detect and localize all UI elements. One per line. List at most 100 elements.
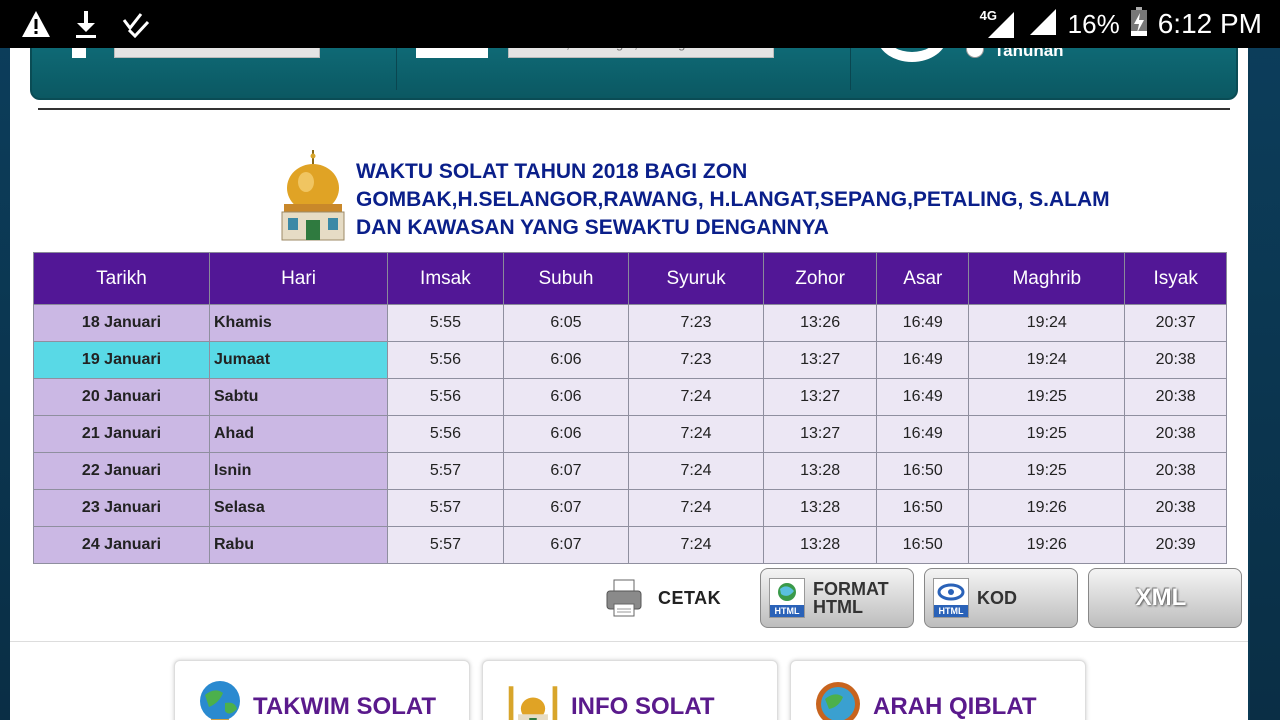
imsak-cell: 5:56 [387, 415, 504, 453]
takwim-solat-card[interactable]: TAKWIM SOLAT [174, 660, 470, 720]
asar-cell: 16:50 [876, 489, 970, 527]
column-header: Isyak [1124, 252, 1227, 305]
clock: 6:12 PM [1157, 8, 1262, 39]
maghrib-cell: 19:25 [968, 378, 1126, 416]
divider [38, 108, 1230, 110]
subuh-cell: 6:07 [502, 489, 630, 527]
isyak-cell: 20:38 [1124, 489, 1227, 527]
maghrib-cell: 19:24 [968, 341, 1126, 379]
day-cell: Isnin [209, 452, 388, 490]
date-cell: 18 Januari [33, 304, 210, 342]
column-header: Hari [209, 252, 388, 305]
battery-charging-icon [1130, 6, 1148, 42]
xml-label: XML [1135, 584, 1187, 611]
kod-label: KOD [977, 588, 1017, 608]
subuh-cell: 6:05 [502, 304, 630, 342]
imsak-cell: 5:57 [387, 489, 504, 527]
day-cell: Ahad [209, 415, 388, 453]
date-cell: 20 Januari [33, 378, 210, 416]
column-header: Imsak [387, 252, 504, 305]
day-cell: Khamis [209, 304, 388, 342]
asar-cell: 16:50 [876, 452, 970, 490]
isyak-cell: 20:38 [1124, 415, 1227, 453]
title-line-1: WAKTU SOLAT TAHUN 2018 BAGI ZON [356, 160, 748, 183]
battery-percent: 16% [1067, 8, 1120, 39]
format-html-label: FORMAT HTML [813, 579, 889, 617]
html-file-icon: HTML [769, 578, 805, 618]
download-icon [70, 8, 102, 40]
title-line-3: DAN KAWASAN YANG SEWAKTU DENGANNYA [356, 216, 829, 239]
table-row: 24 Januari Rabu 5:57 6:07 7:24 13:28 16:50 19:2… [33, 526, 1227, 564]
column-header: Syuruk [628, 252, 764, 305]
asar-cell: 16:50 [876, 526, 970, 564]
imsak-cell: 5:57 [387, 452, 504, 490]
column-header: Subuh [502, 252, 630, 305]
subuh-cell: 6:06 [502, 341, 630, 379]
day-cell: Jumaat [209, 341, 388, 379]
syuruk-cell: 7:24 [628, 378, 764, 416]
asar-cell: 16:49 [876, 415, 970, 453]
isyak-cell: 20:38 [1124, 378, 1227, 416]
info-solat-label: INFO SOLAT [571, 693, 715, 720]
imsak-cell: 5:56 [387, 378, 504, 416]
syuruk-cell: 7:24 [628, 415, 764, 453]
zohor-cell: 13:27 [762, 341, 878, 379]
page-content: SELANGOR Gombak,H.Selangor,Rawang Tahuna… [10, 10, 1248, 720]
maghrib-cell: 19:24 [968, 304, 1126, 342]
date-cell: 21 Januari [33, 415, 210, 453]
info-solat-card[interactable]: INFO SOLAT [482, 660, 778, 720]
format-html-button[interactable]: HTML FORMAT HTML [760, 568, 914, 628]
zohor-cell: 13:26 [762, 304, 878, 342]
zohor-cell: 13:27 [762, 378, 878, 416]
signal-4g-icon: 4G [980, 8, 1016, 40]
day-cell: Sabtu [209, 378, 388, 416]
syuruk-cell: 7:24 [628, 452, 764, 490]
column-header: Zohor [762, 252, 878, 305]
table-row: 18 Januari Khamis 5:55 6:05 7:23 13:26 16:49 19… [33, 304, 1227, 342]
maghrib-cell: 19:25 [968, 452, 1126, 490]
imsak-cell: 5:57 [387, 526, 504, 564]
globe-icon [200, 681, 240, 720]
column-header: Maghrib [968, 252, 1126, 305]
syuruk-cell: 7:24 [628, 489, 764, 527]
arah-qiblat-label: ARAH QIBLAT [873, 693, 1037, 720]
warning-icon [20, 8, 52, 40]
signal-icon [1026, 7, 1058, 42]
table-row: 19 Januari Jumaat 5:56 6:06 7:23 13:27 16:49 19… [33, 341, 1227, 379]
subuh-cell: 6:07 [502, 526, 630, 564]
mosque-icon [508, 686, 558, 720]
column-header: Asar [876, 252, 970, 305]
imsak-cell: 5:56 [387, 341, 504, 379]
isyak-cell: 20:38 [1124, 452, 1227, 490]
maghrib-cell: 19:25 [968, 415, 1126, 453]
page-title: WAKTU SOLAT TAHUN 2018 BAGI ZON GOMBAK,H… [356, 158, 1236, 242]
divider [10, 641, 1248, 642]
compass-globe-icon [816, 682, 860, 720]
status-bar: 4G 16% 6:12 PM [0, 0, 1280, 48]
syuruk-cell: 7:23 [628, 341, 764, 379]
date-cell: 23 Januari [33, 489, 210, 527]
subuh-cell: 6:06 [502, 415, 630, 453]
print-label: CETAK [658, 587, 722, 608]
isyak-cell: 20:38 [1124, 341, 1227, 379]
title-line-2: GOMBAK,H.SELANGOR,RAWANG, H.LANGAT,SEPAN… [356, 188, 1110, 211]
zohor-cell: 13:28 [762, 526, 878, 564]
column-header: Tarikh [33, 252, 210, 305]
print-button[interactable]: CETAK [604, 578, 721, 618]
maghrib-cell: 19:26 [968, 526, 1126, 564]
syuruk-cell: 7:23 [628, 304, 764, 342]
asar-cell: 16:49 [876, 304, 970, 342]
day-cell: Rabu [209, 526, 388, 564]
right-background [1250, 0, 1280, 720]
kod-button[interactable]: HTML KOD [924, 568, 1078, 628]
table-row: 22 Januari Isnin 5:57 6:07 7:24 13:28 16:50 19:… [33, 452, 1227, 490]
asar-cell: 16:49 [876, 341, 970, 379]
day-cell: Selasa [209, 489, 388, 527]
isyak-cell: 20:37 [1124, 304, 1227, 342]
arah-qiblat-card[interactable]: ARAH QIBLAT [790, 660, 1086, 720]
maghrib-cell: 19:26 [968, 489, 1126, 527]
printer-icon [606, 579, 642, 617]
zohor-cell: 13:27 [762, 415, 878, 453]
xml-button[interactable]: XML [1088, 568, 1242, 628]
isyak-cell: 20:39 [1124, 526, 1227, 564]
